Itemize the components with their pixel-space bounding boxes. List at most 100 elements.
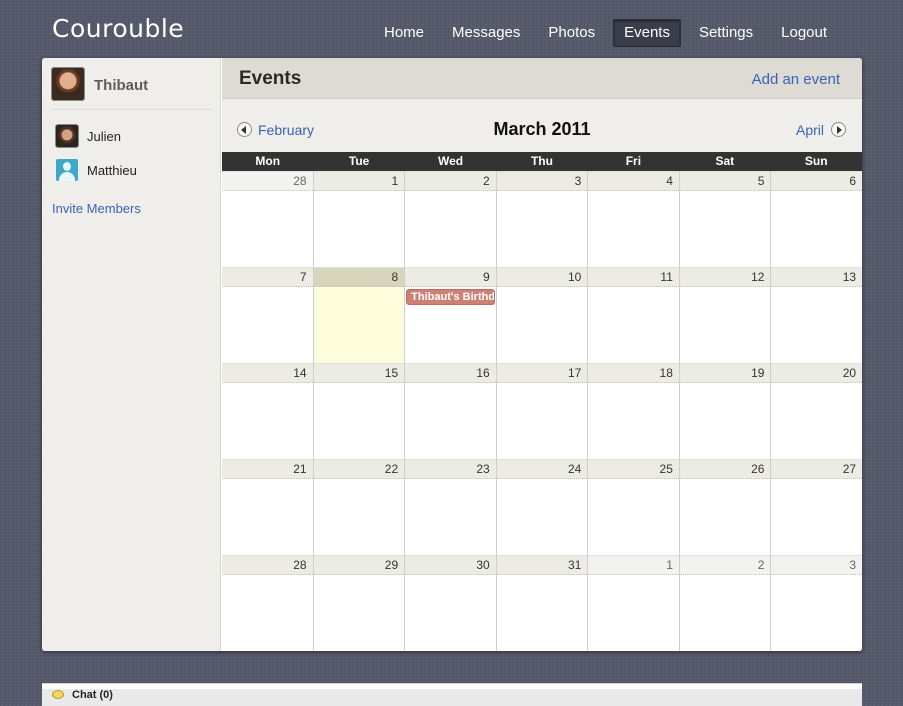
calendar-nav: February March 2011 April [222, 118, 862, 142]
weekday-label: Sat [715, 154, 735, 168]
calendar-day[interactable]: 1 [588, 555, 680, 651]
calendar-day[interactable]: 9 Thibaut's Birthday [405, 267, 497, 363]
nav-messages[interactable]: Messages [442, 19, 530, 47]
calendar-day[interactable]: 16 [405, 363, 497, 459]
calendar-day[interactable]: 25 [588, 459, 680, 555]
weekday-label: Sun [804, 154, 828, 168]
calendar-day[interactable]: 12 [679, 267, 772, 363]
calendar-day[interactable]: 2 [679, 555, 772, 651]
chat-bar[interactable]: Chat (0) [42, 683, 862, 706]
calendar-day[interactable]: 26 [679, 459, 772, 555]
day-number: 5 [679, 171, 771, 191]
day-number: 11 [588, 267, 679, 287]
weekday-label: Thu [530, 154, 553, 168]
day-number: 16 [405, 363, 496, 383]
nav-home[interactable]: Home [374, 19, 434, 47]
day-number: 4 [588, 171, 679, 191]
app-title: Courouble [52, 14, 185, 43]
weekday-label: Tue [348, 154, 370, 168]
member-name: Matthieu [87, 163, 137, 178]
member-name: Julien [87, 129, 121, 144]
calendar-day[interactable]: 27 [771, 459, 862, 555]
day-number: 27 [771, 459, 862, 479]
invite-members-link[interactable]: Invite Members [52, 201, 141, 216]
calendar-day[interactable]: 11 [588, 267, 680, 363]
events-content: Events Add an event February March 2011 … [222, 58, 862, 651]
calendar-day[interactable]: 1 [313, 171, 406, 267]
day-number: 31 [496, 555, 588, 575]
calendar-day[interactable]: 29 [313, 555, 406, 651]
day-number: 3 [771, 555, 862, 575]
profile-avatar[interactable] [52, 68, 84, 100]
day-number: 7 [222, 267, 313, 287]
calendar-day[interactable]: 5 [679, 171, 772, 267]
day-number: 1 [588, 555, 679, 575]
calendar-day[interactable]: 2 [405, 171, 497, 267]
weekday-header: Mon Tue Wed Thu Fri Sat Sun [222, 152, 862, 171]
calendar-day[interactable]: 28 [222, 171, 314, 267]
member-item-julien[interactable]: Julien [56, 125, 206, 147]
profile-header: Thibaut [52, 68, 212, 110]
day-number: 23 [405, 459, 496, 479]
nav-settings[interactable]: Settings [689, 19, 763, 47]
calendar-grid: 28 1 2 3 4 5 6 7 8 9 Thibaut's Birthday … [222, 171, 862, 651]
calendar-day[interactable]: 13 [771, 267, 862, 363]
day-number: 24 [496, 459, 588, 479]
calendar-day[interactable]: 4 [588, 171, 680, 267]
day-number: 17 [496, 363, 588, 383]
month-title: March 2011 [493, 119, 591, 139]
calendar-day[interactable]: 3 [771, 555, 862, 651]
page-title: Events [239, 68, 302, 89]
sidebar: Thibaut Julien Matthieu Invite Members [42, 58, 221, 651]
calendar-day[interactable]: 14 [222, 363, 314, 459]
calendar-day[interactable]: 15 [313, 363, 406, 459]
calendar-day[interactable]: 18 [588, 363, 680, 459]
day-number: 15 [313, 363, 405, 383]
calendar-day[interactable]: 7 [222, 267, 314, 363]
day-number: 1 [313, 171, 405, 191]
day-number: 30 [405, 555, 496, 575]
day-number: 10 [496, 267, 588, 287]
calendar-day[interactable]: 20 [771, 363, 862, 459]
calendar-day[interactable]: 6 [771, 171, 862, 267]
add-event-link[interactable]: Add an event [752, 71, 840, 88]
day-number: 28 [222, 171, 313, 191]
weekday-label: Mon [255, 154, 281, 168]
calendar-day[interactable]: 31 [496, 555, 589, 651]
day-number: 12 [679, 267, 771, 287]
calendar-day[interactable]: 17 [496, 363, 589, 459]
nav-logout[interactable]: Logout [771, 19, 837, 47]
calendar-day[interactable]: 28 [222, 555, 314, 651]
calendar-day[interactable]: 22 [313, 459, 406, 555]
chat-bubble-icon [52, 690, 64, 699]
day-number: 6 [771, 171, 862, 191]
calendar-week: 7 8 9 Thibaut's Birthday 10 11 12 13 [222, 267, 862, 363]
member-avatar [56, 125, 78, 147]
main-panel: Thibaut Julien Matthieu Invite Members E… [42, 58, 862, 651]
member-item-matthieu[interactable]: Matthieu [56, 159, 206, 181]
calendar-day[interactable]: 19 [679, 363, 772, 459]
day-number: 25 [588, 459, 679, 479]
calendar-week: 21 22 23 24 25 26 27 [222, 459, 862, 555]
calendar-day[interactable]: 23 [405, 459, 497, 555]
day-number: 14 [222, 363, 313, 383]
day-number: 22 [313, 459, 405, 479]
profile-name[interactable]: Thibaut [94, 77, 148, 94]
next-month-icon[interactable] [831, 122, 846, 137]
calendar-day-today[interactable]: 8 [313, 267, 406, 363]
event-item[interactable]: Thibaut's Birthday [406, 289, 496, 305]
calendar-day[interactable]: 30 [405, 555, 497, 651]
weekday-label: Fri [625, 154, 642, 168]
day-number: 19 [679, 363, 771, 383]
nav-events[interactable]: Events [613, 19, 681, 47]
day-number: 28 [222, 555, 313, 575]
calendar-day[interactable]: 21 [222, 459, 314, 555]
next-month-link[interactable]: April [796, 122, 824, 138]
chat-label[interactable]: Chat (0) [72, 689, 113, 701]
calendar-day[interactable]: 24 [496, 459, 589, 555]
nav-photos[interactable]: Photos [538, 19, 605, 47]
day-number: 2 [405, 171, 496, 191]
day-number: 20 [771, 363, 862, 383]
calendar-day[interactable]: 3 [496, 171, 589, 267]
calendar-day[interactable]: 10 [496, 267, 589, 363]
